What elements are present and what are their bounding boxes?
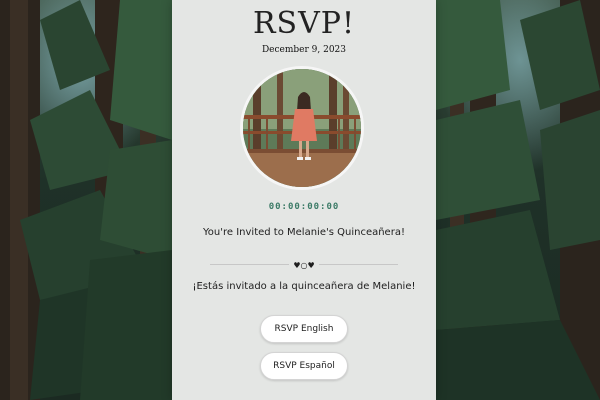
countdown-timer: 00:00:00:00: [268, 202, 340, 212]
invite-message-spanish: ¡Estás invitado a la quinceañera de Mela…: [192, 281, 416, 292]
photo-illustration: [243, 69, 361, 187]
rsvp-english-button[interactable]: RSVP English: [260, 315, 348, 343]
rsvp-card: RSVP! December 9, 2023 00:00:00:00 You'r…: [172, 0, 436, 400]
profile-photo: [240, 66, 364, 190]
heart-ornament-icon: ♥○♥: [289, 260, 319, 270]
invite-message-english: You're Invited to Melanie's Quinceañera!: [203, 227, 405, 238]
rsvp-spanish-button[interactable]: RSVP Español: [260, 352, 348, 380]
event-date: December 9, 2023: [261, 45, 347, 55]
section-divider: ♥○♥: [172, 259, 436, 271]
page-title: RSVP!: [252, 6, 356, 41]
